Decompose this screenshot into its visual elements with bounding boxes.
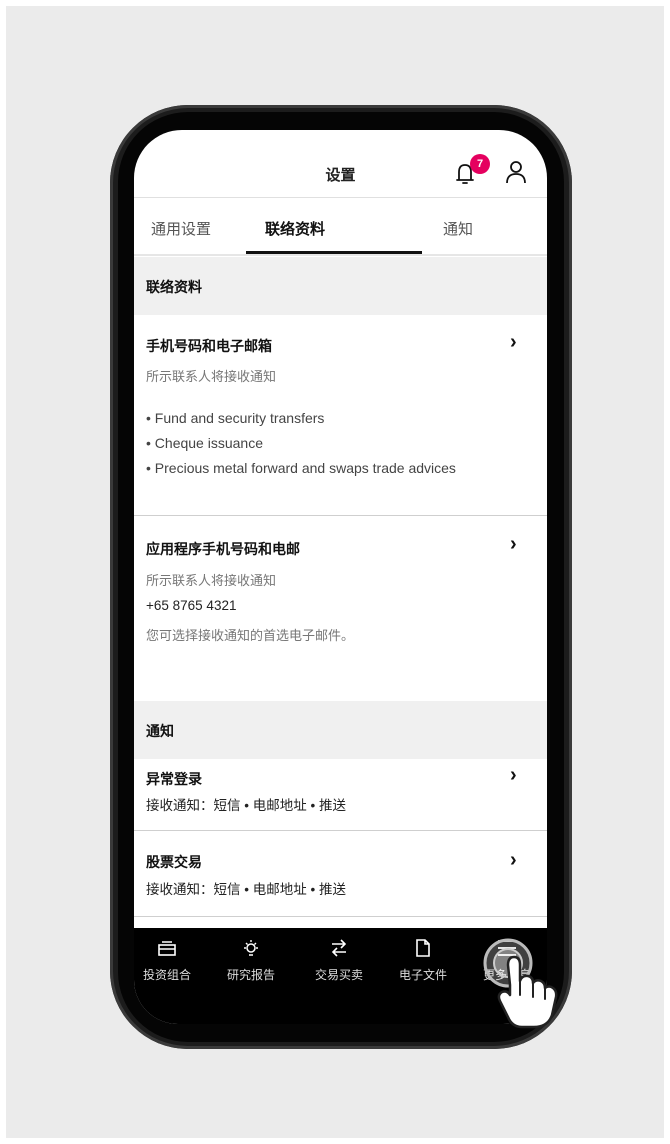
row-title: 手机号码和电子邮箱 xyxy=(146,338,272,354)
tab-notifications[interactable]: 通知 xyxy=(443,218,473,239)
row-note: 您可选择接收通知的首选电子邮件。 xyxy=(146,628,355,643)
phone-number: +65 8765 4321 xyxy=(146,598,237,613)
nav-label: 投资组合 xyxy=(142,968,191,982)
chevron-right-icon[interactable]: › xyxy=(510,849,517,872)
tab-bar: 通用设置 联络资料 通知 xyxy=(134,198,547,256)
chevron-right-icon[interactable]: › xyxy=(510,331,517,354)
chevron-right-icon[interactable]: › xyxy=(510,764,517,787)
section-heading-text: 通知 xyxy=(146,723,174,739)
list-item: • Precious metal forward and swaps trade… xyxy=(146,460,456,476)
section-heading-text: 联络资料 xyxy=(146,279,202,295)
nav-label: 交易买卖 xyxy=(314,968,363,982)
divider xyxy=(134,515,547,516)
trade-arrows-icon xyxy=(331,939,347,957)
row-subtitle: 所示联系人将接收通知 xyxy=(146,369,277,384)
active-tab-indicator xyxy=(246,251,422,254)
section-heading-contact: 联络资料 xyxy=(134,257,547,315)
top-bar: 设置 7 xyxy=(134,130,547,198)
list-item: • Cheque issuance xyxy=(146,435,263,451)
row-title: 应用程序手机号码和电邮 xyxy=(146,541,300,557)
nav-label: 电子文件 xyxy=(398,968,447,982)
list-item: • Fund and security transfers xyxy=(146,410,325,426)
tap-hand-icon xyxy=(483,938,558,1029)
row-title: 异常登录 xyxy=(146,771,202,787)
chevron-right-icon[interactable]: › xyxy=(510,533,517,556)
nav-item-e-documents[interactable]: 电子文件 xyxy=(382,928,464,998)
tab-contact-info[interactable]: 联络资料 xyxy=(265,218,325,239)
document-icon xyxy=(416,939,430,957)
tab-general-settings[interactable]: 通用设置 xyxy=(151,218,211,239)
portfolio-icon xyxy=(158,941,176,956)
user-icon[interactable] xyxy=(504,159,528,185)
section-heading-notifications: 通知 xyxy=(134,701,547,759)
nav-item-portfolio[interactable]: 投资组合 xyxy=(134,928,208,998)
nav-item-trade[interactable]: 交易买卖 xyxy=(298,928,380,998)
divider xyxy=(134,916,547,917)
lightbulb-icon xyxy=(244,940,258,956)
phone-screen: 设置 7 通用设置 联络资料 通知 联络资料 手机号码和电子邮箱 › 所示联系人… xyxy=(134,130,547,1024)
notification-badge: 7 xyxy=(470,154,490,174)
divider xyxy=(134,830,547,831)
row-detail: 接收通知：短信 • 电邮地址 • 推送 xyxy=(146,798,346,813)
nav-item-research[interactable]: 研究报告 xyxy=(210,928,292,998)
row-title: 股票交易 xyxy=(146,854,202,870)
row-subtitle: 所示联系人将接收通知 xyxy=(146,573,277,588)
row-detail: 接收通知：短信 • 电邮地址 • 推送 xyxy=(146,882,346,897)
nav-label: 研究报告 xyxy=(226,968,275,982)
